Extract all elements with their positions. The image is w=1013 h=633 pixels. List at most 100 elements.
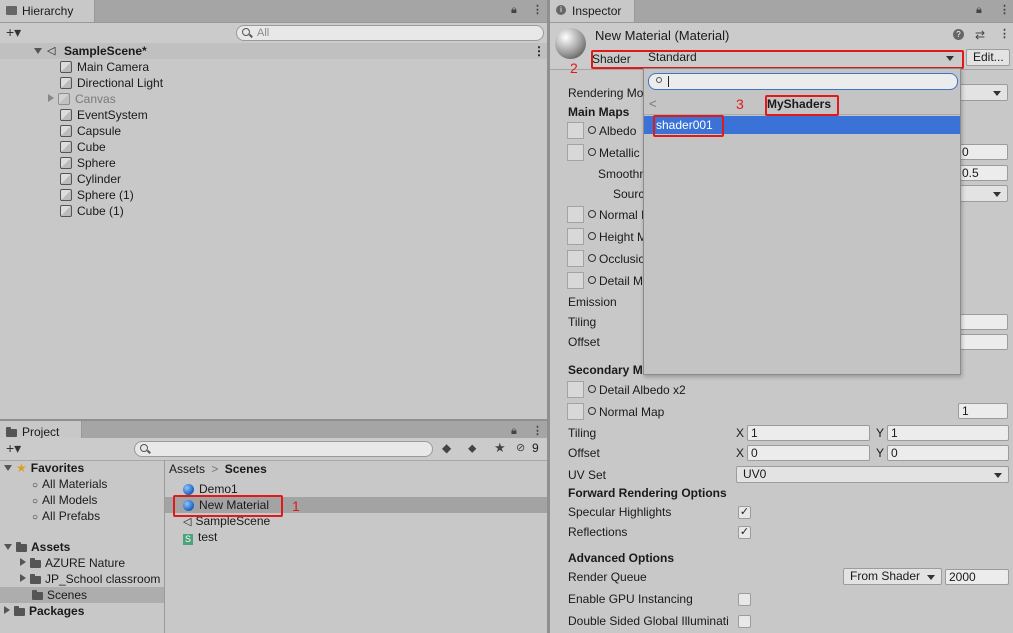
expand-icon[interactable] — [20, 574, 26, 582]
breadcrumb-root[interactable]: Assets — [169, 462, 205, 476]
expand-icon[interactable] — [4, 606, 10, 614]
color-picker-icon — [588, 254, 596, 262]
albedo-texture-slot[interactable] — [567, 122, 584, 139]
smoothness-source-dropdown[interactable] — [958, 185, 1008, 202]
more-menu-icon[interactable]: ⋮ — [532, 424, 543, 437]
lock-icon[interactable]: 🔒︎ — [511, 4, 517, 17]
scene-row[interactable]: ◁ SampleScene* ⋮ — [0, 43, 547, 59]
back-arrow-icon[interactable]: < — [649, 96, 657, 111]
normal-map-label-text: Normal Map — [599, 405, 665, 419]
hierarchy-item[interactable]: Sphere (1) — [60, 187, 134, 203]
metallic-value-field[interactable]: 0 — [958, 144, 1008, 160]
more-menu-icon[interactable]: ⋮ — [532, 3, 543, 16]
favorites-item[interactable]: ○ All Materials — [32, 476, 107, 492]
packages-row[interactable]: Packages — [4, 603, 84, 619]
hierarchy-item[interactable]: Main Camera — [60, 59, 149, 75]
uv-set-dropdown[interactable]: UV0 — [736, 466, 1009, 483]
detail-albedo-texture-slot[interactable] — [567, 381, 584, 398]
hierarchy-item-label: Sphere (1) — [77, 188, 134, 202]
filter-by-label-icon[interactable]: ⬥ — [468, 441, 476, 456]
edit-shader-button[interactable]: Edit... — [966, 49, 1010, 66]
annotation-number-1: 1 — [292, 498, 300, 514]
file-item[interactable]: Stest — [183, 529, 217, 545]
reflections-checkbox[interactable]: ✓ — [738, 526, 751, 539]
offset2-y-field[interactable]: 0 — [887, 445, 1009, 461]
double-sided-gi-checkbox[interactable] — [738, 615, 751, 628]
hierarchy-item[interactable]: Cube — [60, 139, 106, 155]
metallic-texture-slot[interactable] — [567, 144, 584, 161]
hierarchy-item[interactable]: EventSystem — [60, 107, 148, 123]
help-icon[interactable]: ? — [953, 29, 964, 40]
chevron-down-icon — [993, 91, 1001, 96]
gpu-instancing-checkbox[interactable] — [738, 593, 751, 606]
add-object-button[interactable]: +▾ — [6, 24, 21, 41]
normal-texture-slot[interactable] — [567, 206, 584, 223]
normal-map-texture-slot[interactable] — [567, 403, 584, 420]
smoothness-value-field[interactable]: 0.5 — [958, 165, 1008, 181]
uv-set-label: UV Set — [568, 468, 607, 482]
hierarchy-search-input[interactable]: All — [236, 25, 544, 41]
favorites-row[interactable]: ★ Favorites — [4, 460, 84, 476]
tab-hierarchy[interactable]: Hierarchy — [0, 0, 95, 22]
occlusion-texture-slot[interactable] — [567, 250, 584, 267]
favorites-item[interactable]: ○ All Prefabs — [32, 508, 100, 524]
create-asset-button[interactable]: +▾ — [6, 440, 21, 457]
annotation-box-3 — [765, 95, 839, 116]
tiling2-x-field[interactable]: 1 — [747, 425, 870, 441]
assets-row[interactable]: Assets — [4, 539, 70, 555]
hierarchy-item[interactable]: Directional Light — [60, 75, 163, 91]
color-picker-icon — [588, 407, 596, 415]
hierarchy-item[interactable]: Capsule — [60, 123, 121, 139]
asset-folder[interactable]: AZURE Nature — [20, 555, 125, 571]
breadcrumb-current[interactable]: Scenes — [225, 462, 267, 476]
hierarchy-item[interactable]: Cylinder — [60, 171, 121, 187]
search-icon: ○ — [32, 496, 39, 507]
tab-project-label: Project — [22, 425, 60, 439]
filter-by-type-icon[interactable]: ◆ — [442, 441, 451, 455]
search-icon — [242, 28, 250, 36]
favorites-item-label: All Prefabs — [42, 509, 101, 523]
detail-mask-texture-slot[interactable] — [567, 272, 584, 289]
hierarchy-item[interactable]: Cube (1) — [60, 203, 124, 219]
tiling2-y-field[interactable]: 1 — [887, 425, 1009, 441]
height-texture-slot[interactable] — [567, 228, 584, 245]
expand-icon[interactable] — [34, 48, 42, 54]
chevron-down-icon — [994, 473, 1002, 478]
expand-icon[interactable] — [4, 465, 12, 471]
hidden-packages-icon[interactable]: ⊘ — [516, 441, 525, 454]
expand-icon[interactable] — [48, 94, 54, 102]
more-menu-icon[interactable]: ⋮ — [999, 27, 1010, 40]
favorites-item[interactable]: ○ All Models — [32, 492, 97, 508]
shader-popup-search[interactable] — [648, 73, 958, 90]
folder-icon — [16, 542, 27, 552]
unity-scene-icon: ◁ — [47, 45, 56, 57]
render-queue-mode-dropdown[interactable]: From Shader — [843, 568, 942, 585]
gameobject-icon — [60, 189, 72, 201]
asset-folder[interactable]: JP_School classroom — [20, 571, 160, 587]
favorite-star-icon[interactable]: ★ — [494, 440, 506, 456]
hierarchy-item[interactable]: Canvas — [48, 91, 116, 107]
color-picker-icon — [588, 210, 596, 218]
gpu-instancing-label: Enable GPU Instancing — [568, 592, 693, 606]
normal-map-scale-field[interactable]: 1 — [958, 403, 1008, 419]
folder-icon — [32, 590, 43, 600]
project-search-input[interactable] — [134, 441, 433, 457]
specular-highlights-checkbox[interactable]: ✓ — [738, 506, 751, 519]
hierarchy-item[interactable]: Sphere — [60, 155, 116, 171]
expand-icon[interactable] — [20, 558, 26, 566]
offset2-x-field[interactable]: 0 — [747, 445, 870, 461]
lock-icon[interactable]: 🔒︎ — [976, 4, 982, 17]
render-queue-value-field[interactable]: 2000 — [945, 569, 1009, 585]
expand-icon[interactable] — [4, 544, 12, 550]
more-menu-icon[interactable]: ⋮ — [999, 3, 1010, 16]
preset-icon[interactable]: ⇄ — [975, 28, 985, 42]
tiling2-x-label: X — [736, 426, 745, 440]
tiling-y-field[interactable] — [958, 314, 1008, 330]
rendering-mode-dropdown[interactable] — [958, 84, 1008, 101]
asset-folder-selected[interactable]: Scenes — [0, 587, 164, 603]
offset-y-field[interactable] — [958, 334, 1008, 350]
color-picker-icon — [588, 276, 596, 284]
tab-inspector[interactable]: i Inspector — [550, 0, 635, 22]
scene-menu-icon[interactable]: ⋮ — [533, 43, 545, 59]
lock-icon[interactable]: 🔒︎ — [511, 425, 517, 438]
